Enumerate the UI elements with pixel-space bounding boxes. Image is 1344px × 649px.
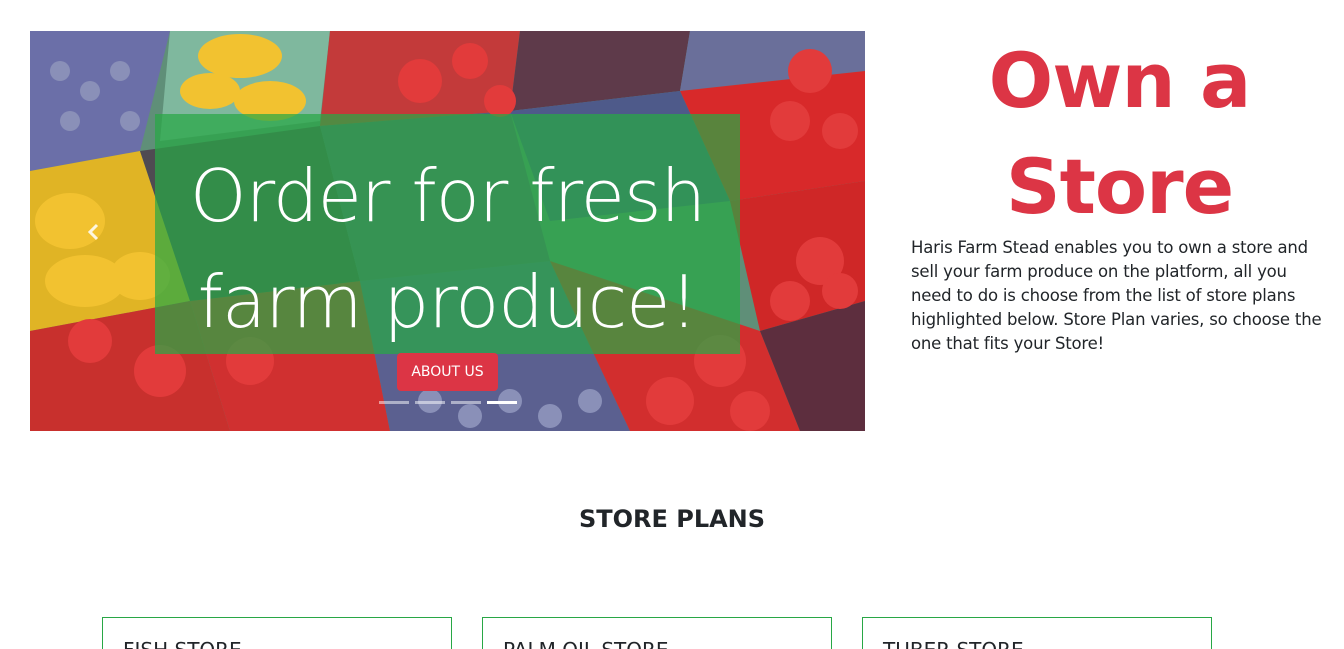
carousel-indicator-4[interactable] [487, 401, 517, 404]
plan-card-title: TUBER STORE [883, 638, 1024, 649]
carousel-prev-button[interactable] [82, 217, 106, 247]
promo-description: Haris Farm Stead enables you to own a st… [911, 238, 1322, 353]
store-plans-heading: STORE PLANS [578, 505, 766, 533]
promo-title: Own a Store [988, 36, 1252, 231]
about-us-button[interactable]: ABOUT US [397, 353, 498, 391]
plan-card-palm-oil[interactable]: PALM OIL STORE [482, 617, 832, 649]
plan-card-fish[interactable]: FISH STORE [102, 617, 452, 649]
plan-card-title: FISH STORE [123, 638, 242, 649]
hero-carousel: Order for fresh farm produce! ABOUT US [30, 31, 865, 431]
carousel-indicator-2[interactable] [415, 401, 445, 404]
carousel-indicator-3[interactable] [451, 401, 481, 404]
chevron-left-icon [87, 223, 99, 241]
carousel-indicator-1[interactable] [379, 401, 409, 404]
hero-caption: Order for fresh farm produce! [189, 154, 706, 344]
plan-card-title: PALM OIL STORE [503, 638, 669, 649]
plan-card-tuber[interactable]: TUBER STORE [862, 617, 1212, 649]
carousel-indicators [379, 401, 517, 405]
